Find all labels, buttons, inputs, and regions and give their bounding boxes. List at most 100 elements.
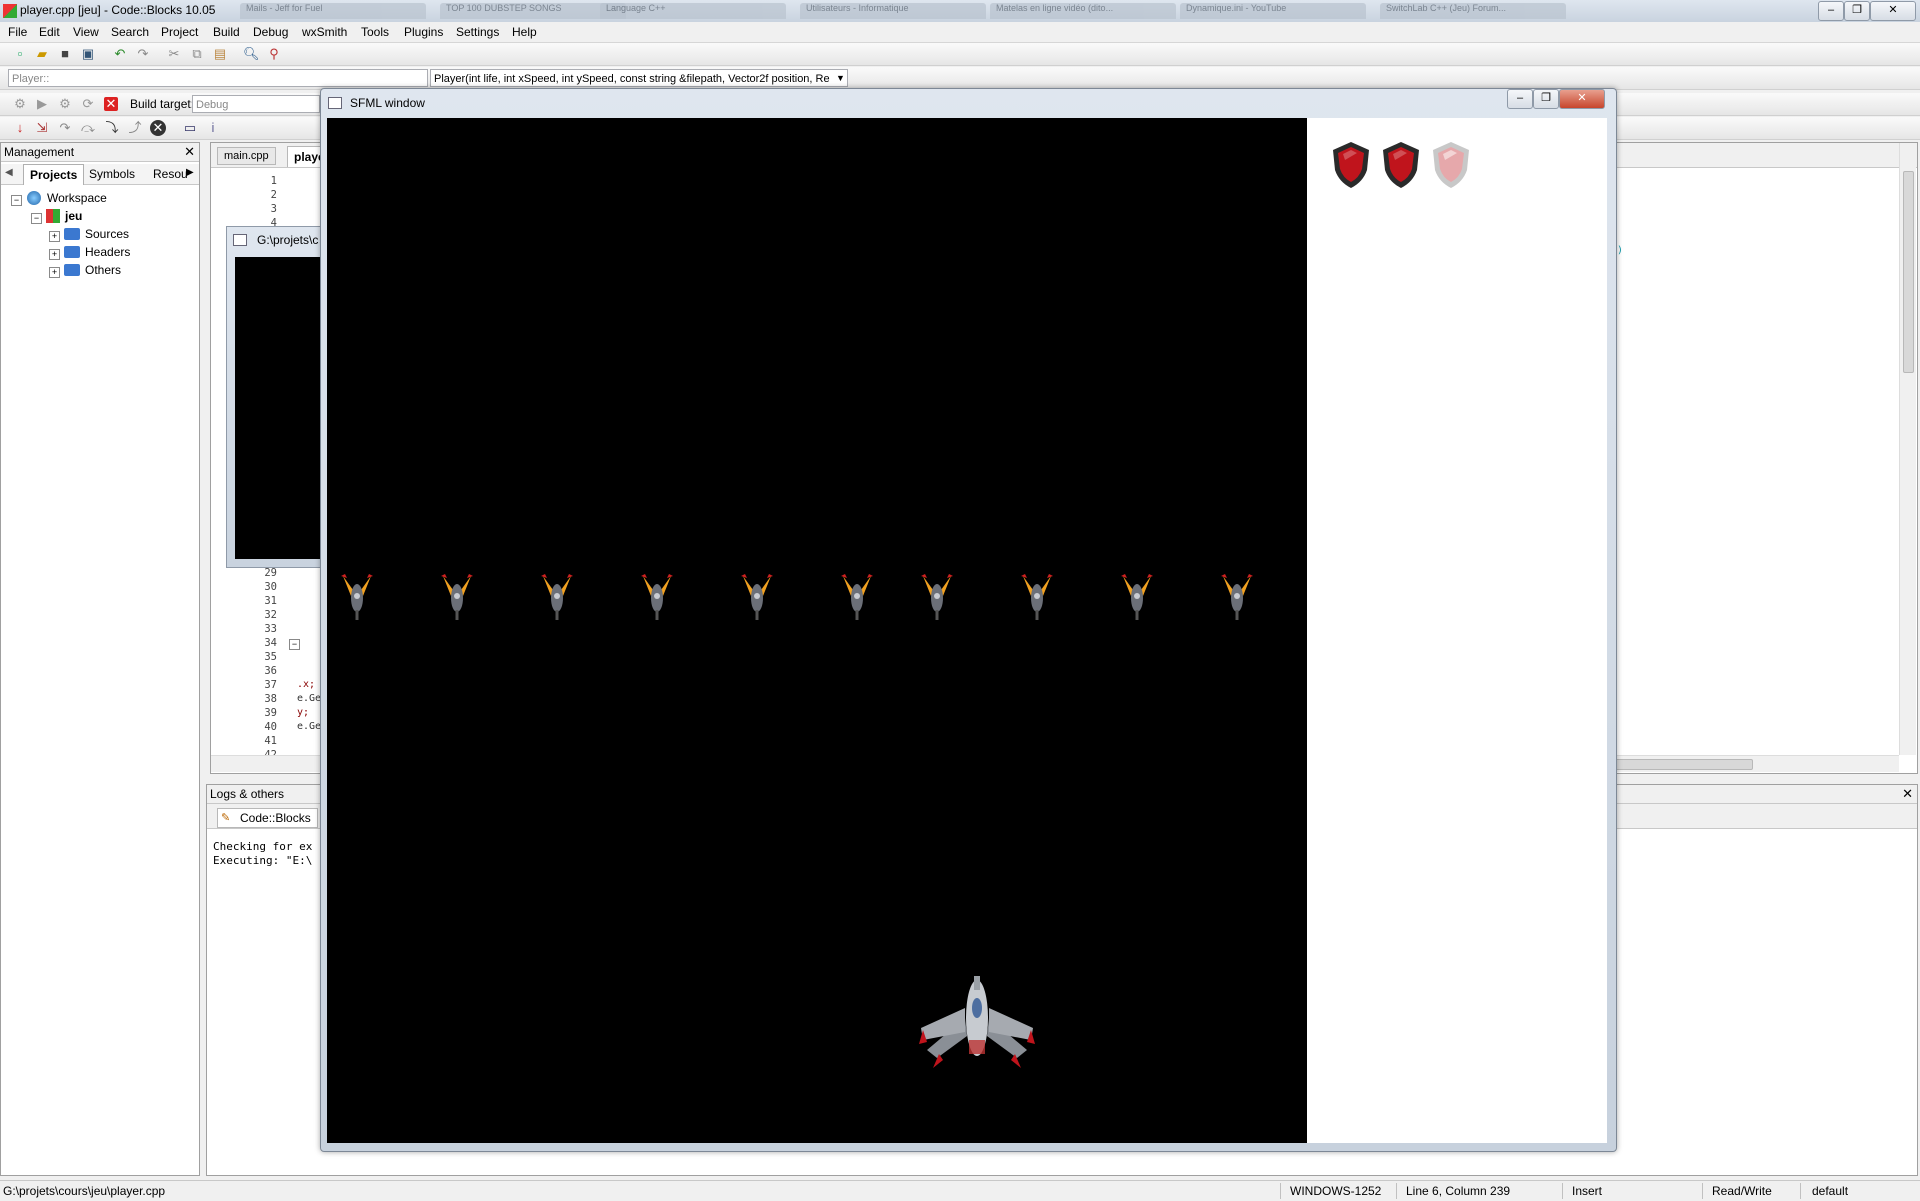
tab-scroll-right-icon[interactable]: ▶ [186, 167, 194, 178]
find-icon[interactable]: 🔍︎ [243, 46, 260, 62]
hud-panel [1307, 118, 1607, 1143]
build-gear-icon[interactable]: ⚙ [12, 96, 28, 112]
line-number: 32 [264, 609, 277, 621]
ghost-tab: Matelas en ligne vidéo (dito... [990, 3, 1176, 19]
abort-icon[interactable]: ✕ [104, 97, 118, 111]
tab-resources[interactable]: Resou [153, 167, 188, 181]
status-access: Read/Write [1712, 1184, 1772, 1198]
line-number: 39 [264, 707, 277, 719]
new-file-icon[interactable]: ▫ [12, 46, 28, 62]
scrollbar-thumb[interactable] [1903, 171, 1914, 373]
workspace-icon [27, 191, 41, 205]
line-number: 33 [264, 623, 277, 635]
menu-plugins[interactable]: Plugins [404, 25, 443, 39]
status-profile: default [1812, 1184, 1849, 1198]
ghost-tab: Language C++ [600, 3, 786, 19]
menu-wxsmith[interactable]: wxSmith [302, 25, 347, 39]
line-number: 40 [264, 721, 277, 733]
console-window: G:\projets\c [226, 226, 332, 568]
tab-symbols[interactable]: Symbols [89, 167, 135, 181]
undo-icon[interactable]: ↶ [112, 46, 128, 62]
debug-run-icon[interactable]: ↓ [12, 120, 28, 136]
redo-icon[interactable]: ↷ [135, 46, 151, 62]
build-run-icon[interactable]: ⚙ [57, 96, 73, 112]
tab-codeblocks-log[interactable]: Code::Blocks [217, 808, 318, 828]
menu-view[interactable]: View [73, 25, 99, 39]
step-into-icon[interactable]: ⤵ [104, 120, 120, 136]
menu-build[interactable]: Build [213, 25, 240, 39]
save-all-icon[interactable]: ▣ [80, 46, 96, 62]
shields-display [1333, 142, 1469, 188]
tab-projects[interactable]: Projects [23, 164, 85, 185]
sfml-window-title: SFML window [350, 96, 425, 110]
minimize-button[interactable]: – [1818, 1, 1844, 21]
replace-icon[interactable]: ⚲ [266, 46, 282, 62]
others-expander[interactable]: + [49, 267, 60, 278]
status-file-path: G:\projets\cours\jeu\player.cpp [3, 1184, 166, 1198]
menu-debug[interactable]: Debug [253, 25, 288, 39]
sfml-minimize-button[interactable]: – [1507, 89, 1533, 109]
tree-others[interactable]: Others [85, 261, 121, 279]
project-expander[interactable]: − [31, 213, 42, 224]
cut-icon[interactable]: ✂ [166, 46, 182, 62]
sfml-window-icon [328, 97, 342, 109]
menu-project[interactable]: Project [161, 25, 198, 39]
tree-project-jeu[interactable]: jeu [65, 207, 82, 225]
open-icon[interactable]: ▰ [34, 46, 50, 62]
fold-marker-icon[interactable]: − [289, 639, 300, 650]
menu-file[interactable]: File [8, 25, 27, 39]
code-completion-toolbar: Player:: Player(int life, int xSpeed, in… [0, 67, 1920, 90]
paste-icon[interactable]: ▤ [212, 46, 228, 62]
build-target-combo[interactable]: Debug [192, 95, 320, 113]
info-icon[interactable]: i [205, 120, 221, 136]
chevron-down-icon[interactable]: ▼ [836, 73, 845, 83]
sfml-maximize-button[interactable]: ❐ [1533, 89, 1559, 109]
menu-help[interactable]: Help [512, 25, 537, 39]
shield-icon [1333, 142, 1369, 188]
headers-expander[interactable]: + [49, 249, 60, 260]
debug-windows-icon[interactable]: ▭ [182, 120, 198, 136]
next-instruction-icon[interactable]: ⤼ [80, 120, 96, 136]
game-canvas [341, 574, 1253, 1068]
menu-search[interactable]: Search [111, 25, 149, 39]
sfml-close-button[interactable]: ✕ [1559, 89, 1605, 109]
tree-sources[interactable]: Sources [85, 225, 129, 243]
game-area [327, 118, 1307, 1143]
next-line-icon[interactable]: ↷ [57, 120, 73, 136]
menu-settings[interactable]: Settings [456, 25, 499, 39]
run-icon[interactable]: ▶ [34, 96, 50, 112]
tab-scroll-left-icon[interactable]: ◀ [5, 167, 13, 178]
enemy-ship [641, 574, 673, 620]
sources-expander[interactable]: + [49, 231, 60, 242]
ghost-tab: Dynamique.ini - YouTube [1180, 3, 1366, 19]
close-icon[interactable]: ✕ [184, 143, 195, 161]
scope-combo[interactable]: Player:: [8, 69, 428, 87]
step-out-icon[interactable]: ⤴ [127, 120, 143, 136]
maximize-button[interactable]: ❐ [1844, 1, 1870, 21]
console-icon [233, 234, 247, 246]
status-encoding: WINDOWS-1252 [1290, 1184, 1382, 1198]
ghost-tab: SwitchLab C++ (Jeu) Forum... [1380, 3, 1566, 19]
editor-vertical-scrollbar[interactable] [1899, 143, 1916, 755]
function-combo[interactable]: Player(int life, int xSpeed, int ySpeed,… [430, 69, 848, 87]
workspace-expander[interactable]: − [11, 195, 22, 206]
status-insert-mode: Insert [1572, 1184, 1603, 1198]
tree-headers[interactable]: Headers [85, 243, 130, 261]
menu-edit[interactable]: Edit [39, 25, 60, 39]
tree-workspace[interactable]: Workspace [47, 189, 107, 207]
close-button[interactable]: ✕ [1870, 1, 1916, 21]
run-to-cursor-icon[interactable]: ⇲ [34, 120, 50, 136]
line-number: 31 [264, 595, 277, 607]
project-icon [46, 209, 60, 223]
close-icon[interactable]: ✕ [1902, 785, 1913, 803]
line-number: 30 [264, 581, 277, 593]
line-number: 2 [270, 189, 277, 201]
stop-debug-icon[interactable]: ✕ [150, 120, 166, 136]
rebuild-icon[interactable]: ⟳ [80, 96, 96, 112]
tab-main-cpp[interactable]: main.cpp [217, 147, 276, 165]
status-divider [1396, 1183, 1397, 1199]
menu-tools[interactable]: Tools [361, 25, 389, 39]
save-icon[interactable]: ■ [57, 46, 73, 62]
enemy-ship [741, 574, 773, 620]
copy-icon[interactable]: ⧉ [189, 46, 205, 62]
